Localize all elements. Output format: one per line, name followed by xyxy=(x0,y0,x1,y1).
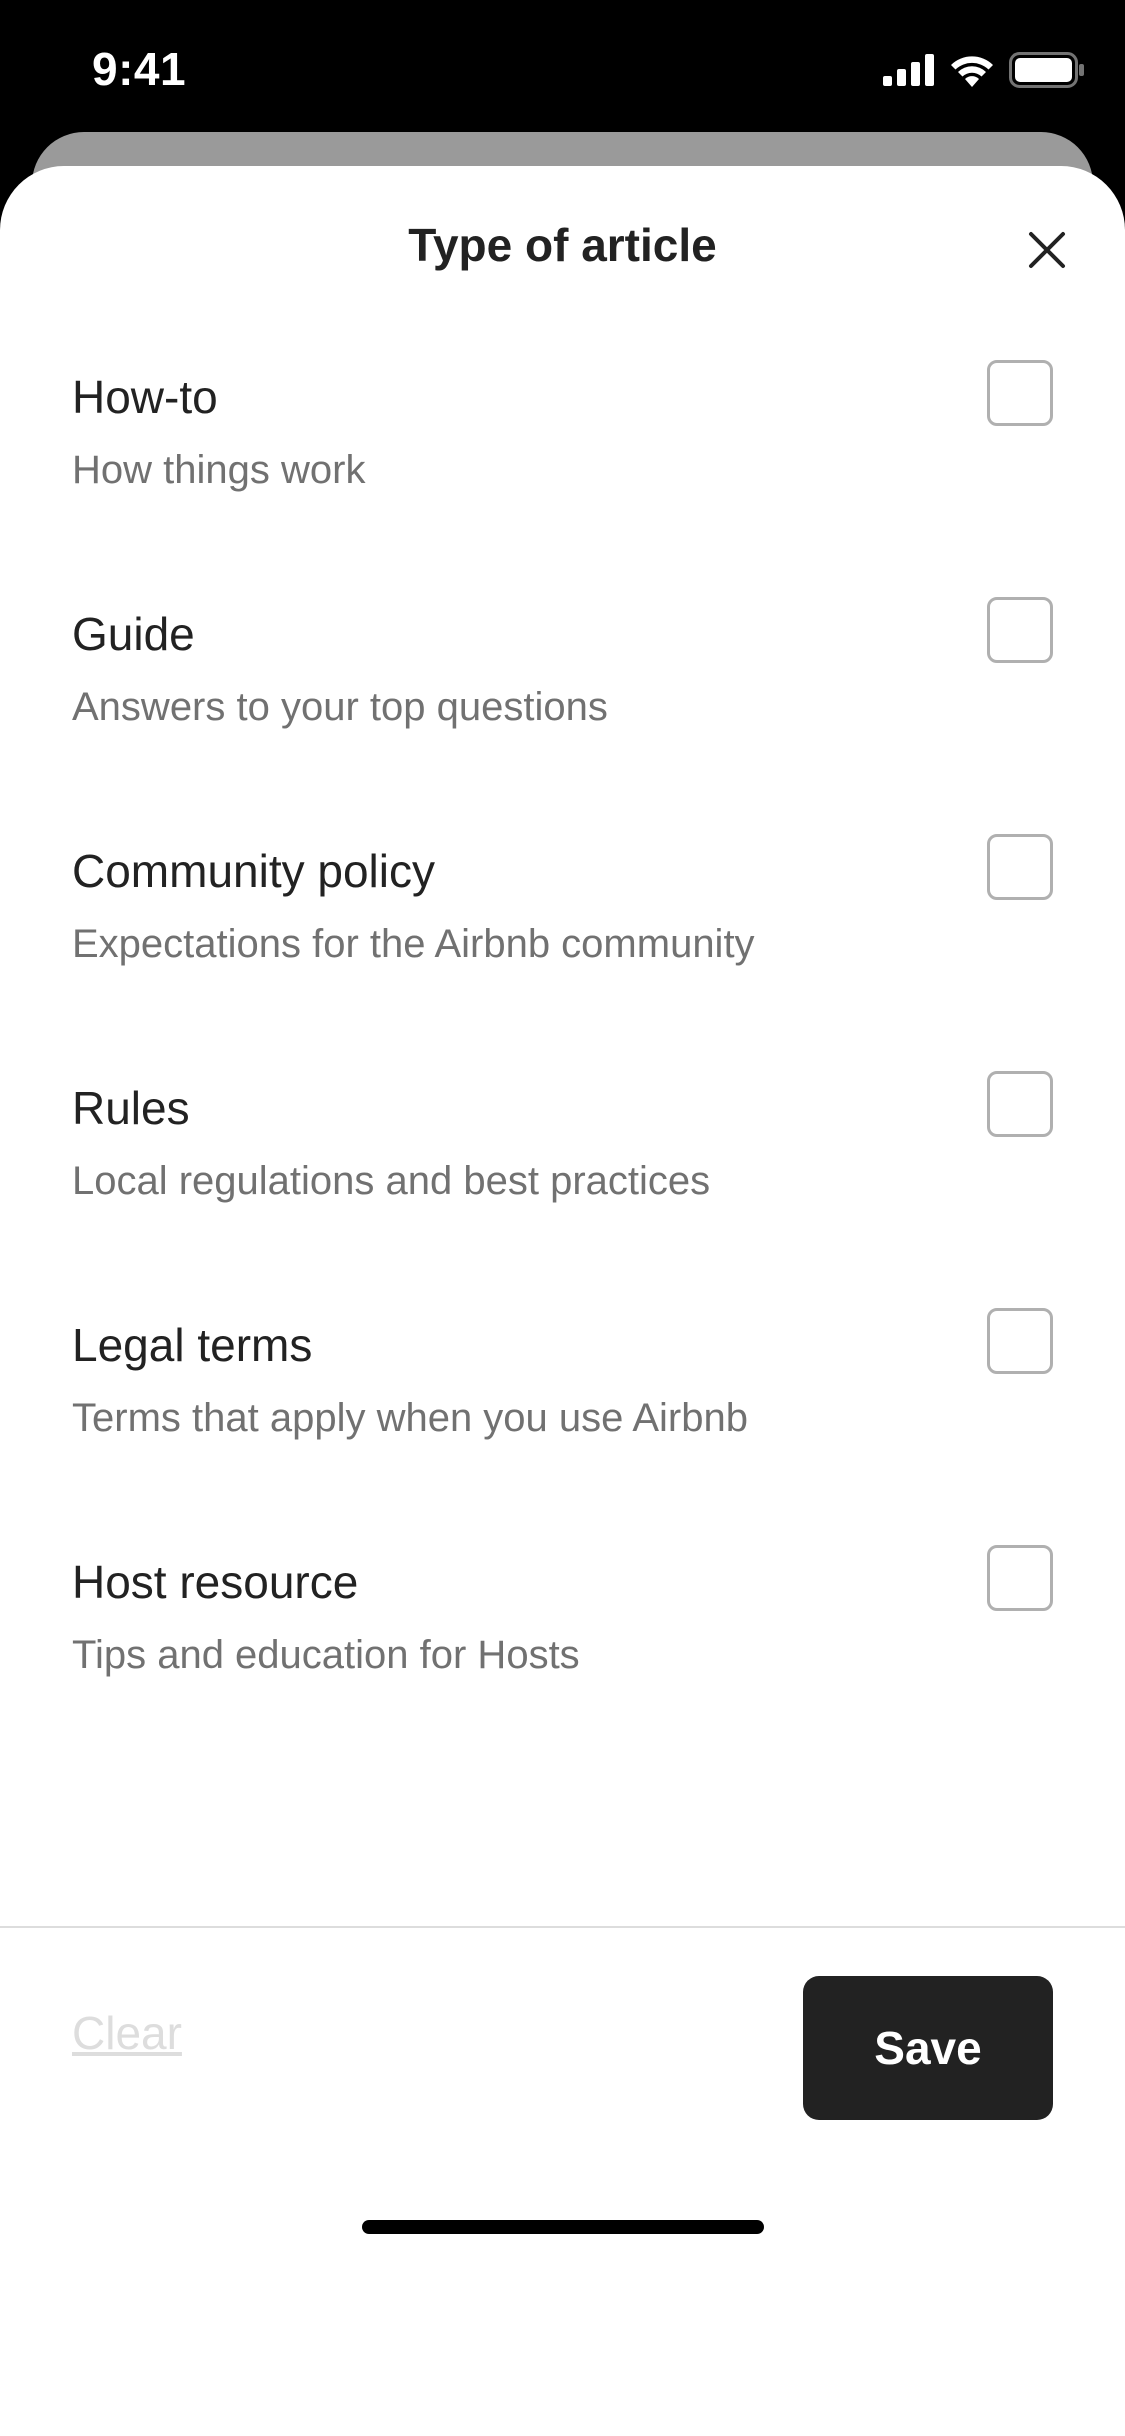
option-title: Legal terms xyxy=(72,1319,313,1371)
sheet-title: Type of article xyxy=(408,219,717,271)
option-title: Guide xyxy=(72,608,195,660)
close-button[interactable] xyxy=(1021,226,1073,278)
close-icon xyxy=(1027,230,1067,275)
clear-button[interactable]: Clear xyxy=(72,2006,182,2060)
checkbox[interactable] xyxy=(987,597,1053,663)
status-icons xyxy=(883,52,1085,93)
option-title: Community policy xyxy=(72,845,435,897)
option-title: How-to xyxy=(72,371,218,423)
checkbox[interactable] xyxy=(987,1308,1053,1374)
option-subtitle: How things work xyxy=(72,448,366,492)
article-type-list: How-to How things work Guide Answers to … xyxy=(0,360,1125,1792)
status-bar: 9:41 xyxy=(0,0,1125,132)
cellular-signal-icon xyxy=(883,54,935,91)
option-guide[interactable]: Guide Answers to your top questions xyxy=(0,597,1125,844)
save-button[interactable]: Save xyxy=(803,1976,1053,2120)
battery-icon xyxy=(1009,52,1085,93)
home-indicator[interactable] xyxy=(362,2220,764,2234)
option-how-to[interactable]: How-to How things work xyxy=(0,360,1125,607)
footer-divider xyxy=(0,1926,1125,1928)
option-subtitle: Answers to your top questions xyxy=(72,685,608,729)
status-time: 9:41 xyxy=(92,43,187,95)
sheet-header: Type of article xyxy=(0,166,1125,336)
option-host-resource[interactable]: Host resource Tips and education for Hos… xyxy=(0,1545,1125,1792)
checkbox[interactable] xyxy=(987,1071,1053,1137)
checkbox[interactable] xyxy=(987,1545,1053,1611)
option-rules[interactable]: Rules Local regulations and best practic… xyxy=(0,1071,1125,1318)
option-subtitle: Terms that apply when you use Airbnb xyxy=(72,1396,748,1440)
wifi-icon xyxy=(949,53,995,92)
option-legal-terms[interactable]: Legal terms Terms that apply when you us… xyxy=(0,1308,1125,1555)
checkbox[interactable] xyxy=(987,360,1053,426)
option-title: Rules xyxy=(72,1082,190,1134)
option-community-policy[interactable]: Community policy Expectations for the Ai… xyxy=(0,834,1125,1081)
option-subtitle: Local regulations and best practices xyxy=(72,1159,711,1203)
option-subtitle: Tips and education for Hosts xyxy=(72,1633,580,1677)
checkbox[interactable] xyxy=(987,834,1053,900)
option-subtitle: Expectations for the Airbnb community xyxy=(72,922,755,966)
option-title: Host resource xyxy=(72,1556,359,1608)
